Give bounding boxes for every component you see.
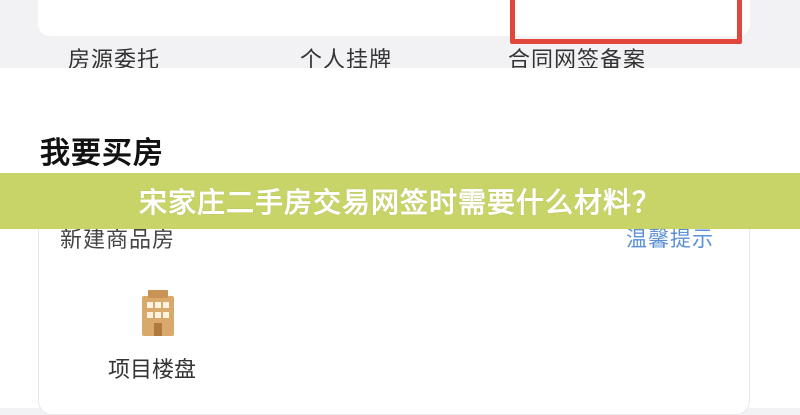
building-icon[interactable]: [140, 290, 176, 336]
banner-title: 宋家庄二手房交易网签时需要什么材料？: [138, 186, 661, 219]
project-label[interactable]: 项目楼盘: [108, 352, 196, 384]
section-title: 我要买房: [40, 136, 164, 171]
highlight-box: [510, 0, 742, 44]
title-banner: 宋家庄二手房交易网签时需要什么材料？: [0, 173, 800, 229]
